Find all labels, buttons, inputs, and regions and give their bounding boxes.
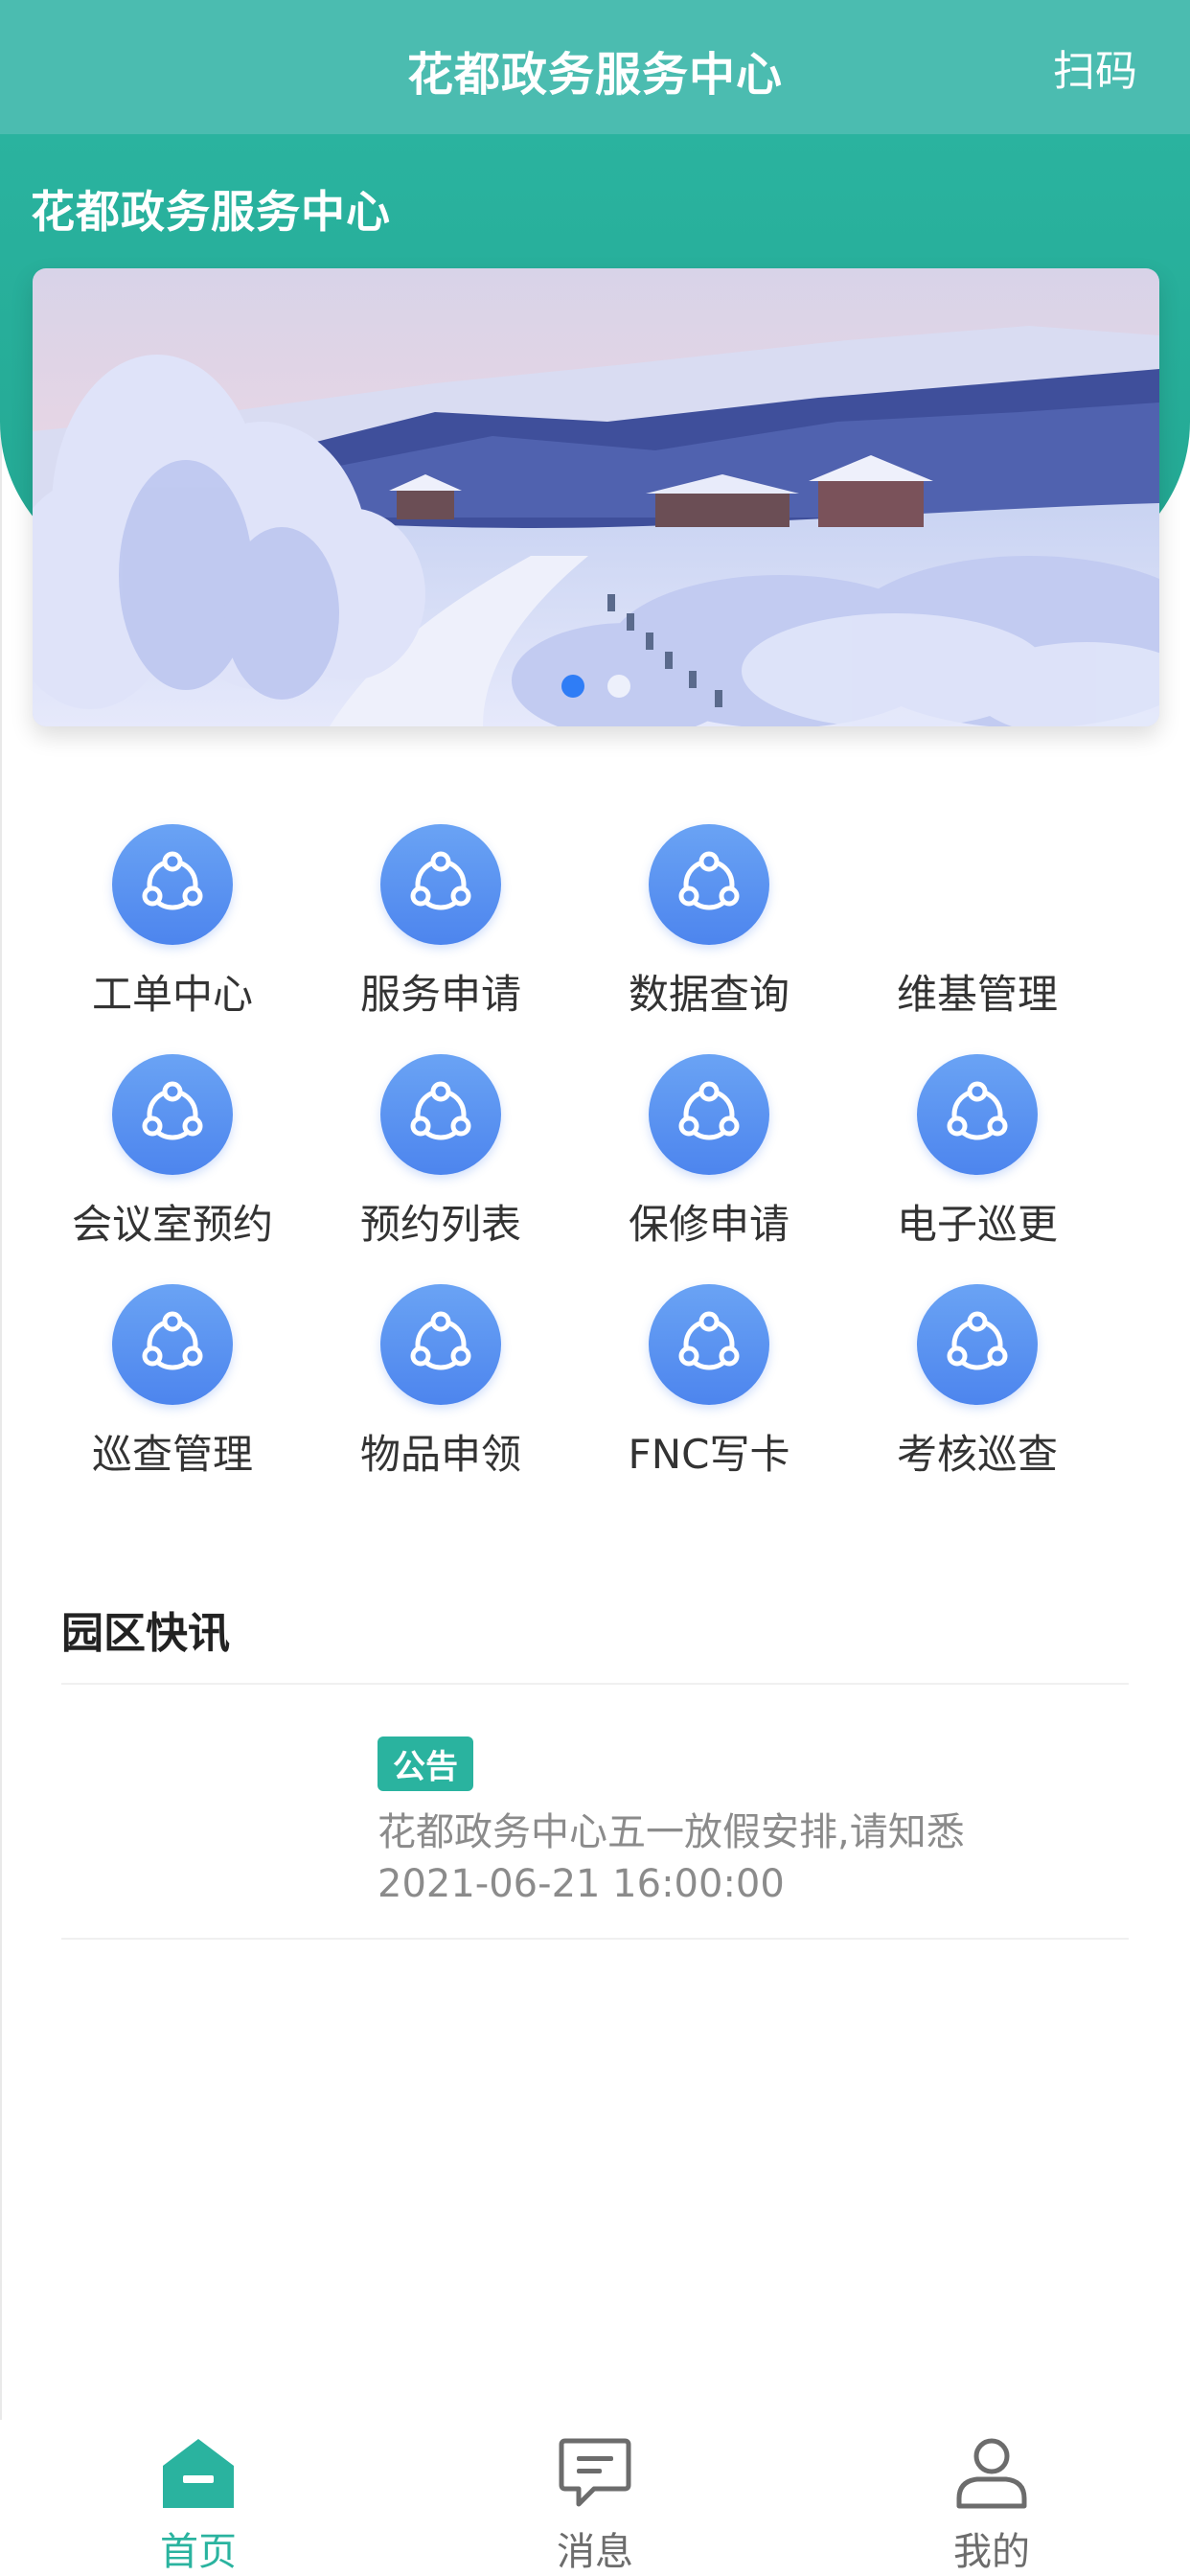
share-icon xyxy=(380,824,501,945)
carousel-indicator xyxy=(33,675,1159,698)
carousel-dot[interactable] xyxy=(607,675,630,698)
grid-item-work-order-center[interactable]: 工单中心 xyxy=(38,824,307,1054)
scan-button[interactable]: 扫码 xyxy=(1053,36,1137,98)
grid-item-fnc-card-write[interactable]: FNC写卡 xyxy=(575,1284,843,1514)
divider xyxy=(61,1683,1129,1685)
feature-grid: 工单中心 服务申请 数据查询 维基管理 会议室预约 预约列表 保修申请 电子巡更… xyxy=(38,824,1152,1514)
grid-item-item-requisition[interactable]: 物品申领 xyxy=(307,1284,575,1514)
banner-image xyxy=(33,268,1159,726)
share-icon xyxy=(112,824,233,945)
share-icon xyxy=(649,1284,769,1405)
share-icon xyxy=(380,1284,501,1405)
grid-item-electronic-patrol[interactable]: 电子巡更 xyxy=(843,1054,1111,1284)
grid-item-service-application[interactable]: 服务申请 xyxy=(307,824,575,1054)
navbar-title: 花都政务服务中心 xyxy=(406,48,783,102)
grid-item-label: 服务申请 xyxy=(359,971,521,1018)
home-icon xyxy=(158,2433,239,2513)
share-icon xyxy=(649,824,769,945)
header-title: 花都政务服务中心 xyxy=(31,186,391,238)
share-icon xyxy=(917,1284,1038,1405)
share-icon xyxy=(917,1054,1038,1175)
announcement-badge: 公告 xyxy=(378,1736,473,1791)
tab-label: 我的 xyxy=(953,2530,1030,2574)
tab-home[interactable]: 首页 xyxy=(0,2420,397,2576)
tab-label: 消息 xyxy=(557,2530,633,2574)
banner-carousel[interactable] xyxy=(33,268,1159,726)
grid-item-booking-list[interactable]: 预约列表 xyxy=(307,1054,575,1284)
grid-item-label: FNC写卡 xyxy=(628,1431,790,1478)
grid-item-assessment-inspection[interactable]: 考核巡查 xyxy=(843,1284,1111,1514)
bottom-tab-bar: 首页 消息 我的 xyxy=(0,2420,1190,2576)
grid-item-label: 维基管理 xyxy=(896,971,1058,1018)
grid-item-label: 工单中心 xyxy=(91,971,253,1018)
divider xyxy=(61,1938,1129,1940)
grid-item-label: 考核巡查 xyxy=(896,1431,1058,1478)
share-icon xyxy=(380,1054,501,1175)
carousel-dot-active[interactable] xyxy=(561,675,584,698)
grid-item-label: 巡查管理 xyxy=(91,1431,253,1478)
grid-item-label: 物品申领 xyxy=(359,1431,521,1478)
news-title: 花都政务中心五一放假安排,请知悉 xyxy=(378,1810,965,1854)
grid-item-inspection-management[interactable]: 巡查管理 xyxy=(38,1284,307,1514)
grid-row: 会议室预约 预约列表 保修申请 电子巡更 xyxy=(38,1054,1152,1284)
grid-item-label: 会议室预约 xyxy=(71,1201,273,1248)
share-icon xyxy=(112,1054,233,1175)
grid-row: 巡查管理 物品申领 FNC写卡 考核巡查 xyxy=(38,1284,1152,1514)
tab-messages[interactable]: 消息 xyxy=(397,2420,793,2576)
message-icon xyxy=(555,2433,635,2513)
grid-item-meeting-room-booking[interactable]: 会议室预约 xyxy=(38,1054,307,1284)
tab-profile[interactable]: 我的 xyxy=(793,2420,1190,2576)
news-item[interactable]: 公告 花都政务中心五一放假安排,请知悉 2021-06-21 16:00:00 xyxy=(378,1736,1106,1906)
news-date: 2021-06-21 16:00:00 xyxy=(378,1862,785,1906)
top-navbar: 花都政务服务中心 扫码 xyxy=(0,0,1190,134)
grid-item-repair-application[interactable]: 保修申请 xyxy=(575,1054,843,1284)
grid-item-data-query[interactable]: 数据查询 xyxy=(575,824,843,1054)
share-icon xyxy=(112,1284,233,1405)
grid-item-label: 数据查询 xyxy=(628,971,790,1018)
grid-item-label: 电子巡更 xyxy=(896,1201,1058,1248)
grid-row: 工单中心 服务申请 数据查询 维基管理 xyxy=(38,824,1152,1054)
section-title-park-news: 园区快讯 xyxy=(61,1609,230,1658)
user-icon xyxy=(951,2433,1032,2513)
grid-item-wiki-management[interactable]: 维基管理 xyxy=(843,824,1111,1054)
tab-label: 首页 xyxy=(160,2530,237,2574)
grid-item-label: 预约列表 xyxy=(359,1201,521,1248)
share-icon xyxy=(649,1054,769,1175)
grid-item-label: 保修申请 xyxy=(628,1201,790,1248)
